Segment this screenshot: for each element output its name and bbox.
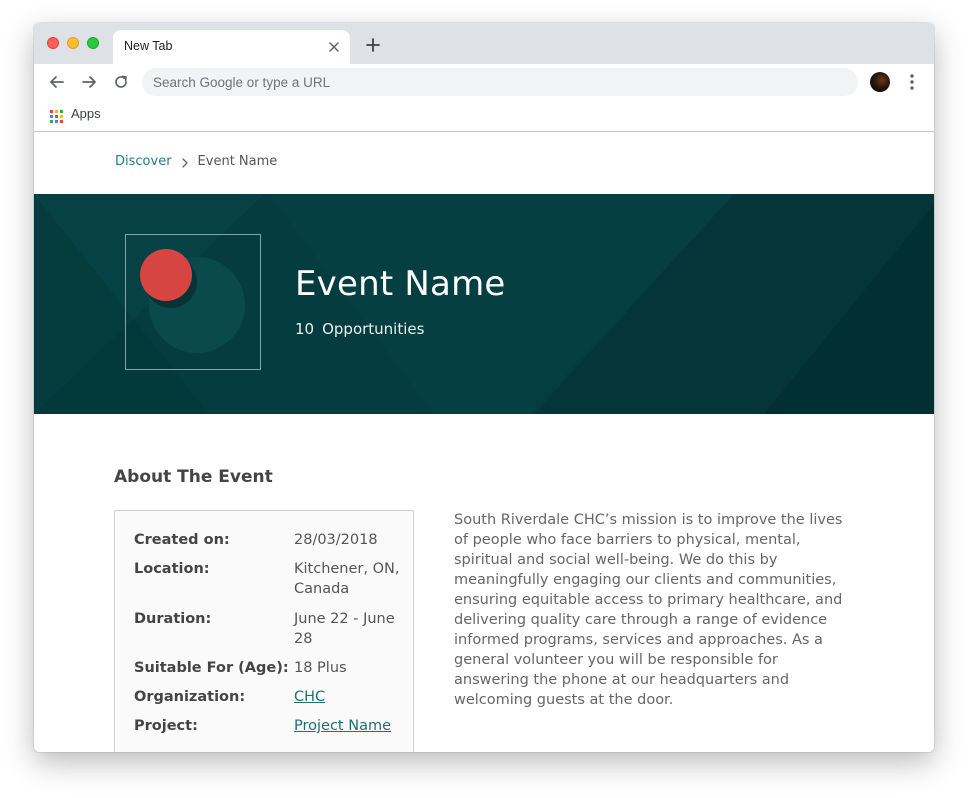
project-link[interactable]: Project Name (294, 718, 391, 734)
event-hero: Event Name 10 Opportunities (34, 194, 934, 414)
detail-value: Kitchener, ON, Canada (294, 561, 400, 597)
detail-value: CHC (294, 687, 406, 707)
browser-toolbar (34, 64, 934, 100)
forward-arrow-icon[interactable] (80, 73, 98, 91)
opportunities-count: 10 Opportunities (295, 320, 424, 338)
event-logo (125, 234, 261, 370)
about-heading: About The Event (114, 467, 273, 487)
omnibox[interactable] (142, 68, 858, 96)
more-vert-icon[interactable] (904, 72, 920, 92)
organization-link[interactable]: CHC (294, 689, 325, 705)
bookmarks-bar: Apps (34, 100, 934, 132)
breadcrumb-current: Event Name (197, 154, 278, 169)
reload-icon[interactable] (112, 73, 130, 91)
breadcrumb: Discover Event Name (115, 154, 277, 169)
page-content: Discover Event Name Event Name 10 Opport… (34, 133, 934, 752)
detail-value: 28/03/2018 (294, 532, 378, 548)
detail-value: Project Name (294, 716, 406, 736)
detail-label: Duration: (134, 611, 212, 627)
close-icon[interactable] (326, 39, 342, 55)
apps-bookmark-label[interactable]: Apps (71, 106, 101, 121)
opportunities-number: 10 (295, 320, 315, 338)
minimize-window-button[interactable] (67, 37, 79, 49)
browser-window: New Tab Search Google or type a URL Apps… (34, 23, 934, 752)
maximize-window-button[interactable] (87, 37, 99, 49)
breadcrumb-link-discover[interactable]: Discover (115, 154, 172, 169)
apps-grid-icon[interactable] (50, 108, 63, 123)
event-title: Event Name (295, 264, 506, 304)
detail-label: Suitable For (Age): (134, 660, 289, 676)
avatar[interactable] (870, 72, 890, 92)
plus-icon[interactable] (365, 37, 381, 53)
detail-value: June 22 - June 28 (294, 611, 395, 647)
detail-label: Organization: (134, 689, 246, 705)
detail-label: Location: (134, 561, 210, 577)
chevron-right-icon (181, 157, 189, 168)
close-window-button[interactable] (47, 37, 59, 49)
event-details-card: Created on: 28/03/2018 Location: Kitchen… (114, 510, 414, 752)
event-description: South Riverdale CHC’s mission is to impr… (454, 512, 843, 708)
tab-title: New Tab (124, 39, 173, 53)
detail-value: 18 Plus (294, 660, 347, 676)
detail-label: Created on: (134, 532, 230, 548)
tab-strip: New Tab (34, 23, 934, 64)
tab-new-tab[interactable]: New Tab (113, 30, 350, 64)
detail-label: Project: (134, 718, 198, 734)
opportunities-label: Opportunities (322, 320, 425, 338)
address-input[interactable] (153, 68, 843, 96)
back-arrow-icon[interactable] (48, 73, 66, 91)
